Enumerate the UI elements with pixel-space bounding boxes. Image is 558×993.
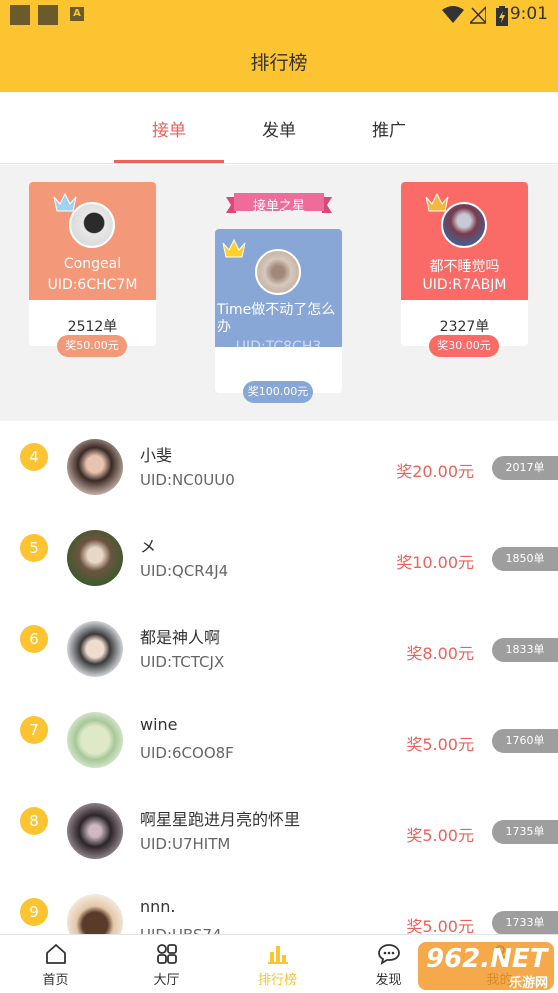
rank-badge: 6 (20, 625, 48, 653)
podium-uid: UID:6CHC7M (47, 277, 138, 293)
reward-amount: 奖20.00元 (396, 462, 474, 481)
site-watermark: 962.NET 乐游网 (418, 942, 554, 991)
order-count-badge: 1850单 (492, 547, 558, 571)
nav-label: 排行榜 (257, 973, 297, 988)
podium-order-count: 2327单 (439, 319, 490, 335)
podium-reward-badge: 奖100.00元 (243, 381, 313, 403)
avatar (67, 530, 123, 586)
tab-post-orders[interactable]: 发单 (224, 116, 334, 141)
rank-badge: 8 (20, 807, 48, 835)
user-name: 小斐 (140, 446, 173, 465)
clock: 9:01 (509, 4, 548, 24)
list-item[interactable]: 8 啊星星跑进月亮的怀里 UID:U7HITM 奖5.00元 1735单 (0, 785, 558, 875)
nav-label: 大厅 (153, 973, 180, 988)
bronze-crown-icon (425, 192, 449, 212)
reward-amount: 奖5.00元 (406, 735, 474, 754)
reward-amount: 奖8.00元 (406, 644, 474, 663)
rank-badge: 7 (20, 716, 48, 744)
podium-card-third[interactable]: 都不睡觉吗 UID:R7ABJM 2327单 (401, 182, 528, 346)
app-notification-icon: A (70, 7, 84, 21)
nav-ranking[interactable]: 排行榜 (222, 935, 333, 993)
user-name: 都是神人啊 (140, 628, 221, 647)
notification-icon (10, 5, 30, 25)
podium-uid: UID:R7ABJM (422, 277, 507, 293)
user-uid: UID:U7HITM (140, 835, 231, 853)
home-icon (46, 944, 66, 964)
avatar (67, 803, 123, 859)
reward-amount: 奖5.00元 (406, 826, 474, 845)
battery-icon (496, 6, 508, 26)
podium-reward-badge: 奖50.00元 (57, 335, 127, 357)
notification-icon (38, 5, 58, 25)
user-name: nnn. (140, 897, 176, 916)
bar-chart-icon (268, 946, 288, 964)
page-title: 排行榜 (250, 52, 308, 74)
grid-icon (157, 944, 177, 964)
list-item[interactable]: 5 メ UID:QCR4J4 奖10.00元 1850单 (0, 512, 558, 602)
avatar (255, 249, 301, 295)
silver-crown-icon (53, 192, 77, 212)
star-ribbon (226, 193, 332, 213)
tab-active-indicator (114, 160, 224, 163)
nav-label: 首页 (42, 973, 69, 988)
wifi-icon (442, 6, 464, 23)
chat-icon (378, 944, 400, 965)
gold-crown-icon (222, 238, 246, 258)
nav-hall[interactable]: 大厅 (111, 935, 222, 993)
user-name: wine (140, 715, 178, 734)
rank-badge: 9 (20, 898, 48, 926)
order-count-badge: 1833单 (492, 638, 558, 662)
list-item[interactable]: 7 wine UID:6COO8F 奖5.00元 1760单 (0, 694, 558, 784)
status-bar: A 9:01 (0, 0, 558, 30)
order-count-badge: 1733单 (492, 911, 558, 935)
watermark-text: 962.NET (426, 944, 548, 974)
podium-card-second[interactable]: Congeal UID:6CHC7M 2512单 (29, 182, 156, 346)
user-uid: UID:QCR4J4 (140, 562, 229, 580)
podium-uid: UID:TC8CH3 (235, 339, 322, 355)
user-uid: UID:NC0UU0 (140, 471, 235, 489)
avatar (67, 712, 123, 768)
rank-badge: 4 (20, 443, 48, 471)
no-signal-icon (470, 6, 486, 24)
podium-reward-badge: 奖30.00元 (429, 335, 499, 357)
user-name: 啊星星跑进月亮的怀里 (140, 810, 301, 829)
tab-take-orders[interactable]: 接单 (114, 116, 224, 141)
order-count-badge: 2017单 (492, 456, 558, 480)
avatar (67, 439, 123, 495)
podium-name: Time做不动了怎么办 (217, 302, 336, 335)
reward-amount: 奖10.00元 (396, 553, 474, 572)
user-uid: UID:6COO8F (140, 744, 234, 762)
podium-name: 都不睡觉吗 (429, 259, 500, 275)
user-name: メ (140, 537, 157, 556)
app-header: 排行榜 (0, 30, 558, 92)
rank-badge: 5 (20, 534, 48, 562)
watermark-subtext: 乐游网 (508, 976, 548, 991)
nav-home[interactable]: 首页 (0, 935, 111, 993)
podium-name: Congeal (63, 256, 122, 272)
user-uid: UID:TCTCJX (140, 653, 225, 671)
avatar (67, 621, 123, 677)
podium-order-count: 2512单 (67, 319, 118, 335)
tab-promotion[interactable]: 推广 (334, 116, 444, 141)
list-item[interactable]: 4 小斐 UID:NC0UU0 奖20.00元 2017单 (0, 421, 558, 511)
tab-bar: 接单 发单 推广 (0, 92, 558, 164)
list-item[interactable]: 6 都是神人啊 UID:TCTCJX 奖8.00元 1833单 (0, 603, 558, 693)
order-count-badge: 1735单 (492, 820, 558, 844)
order-count-badge: 1760单 (492, 729, 558, 753)
